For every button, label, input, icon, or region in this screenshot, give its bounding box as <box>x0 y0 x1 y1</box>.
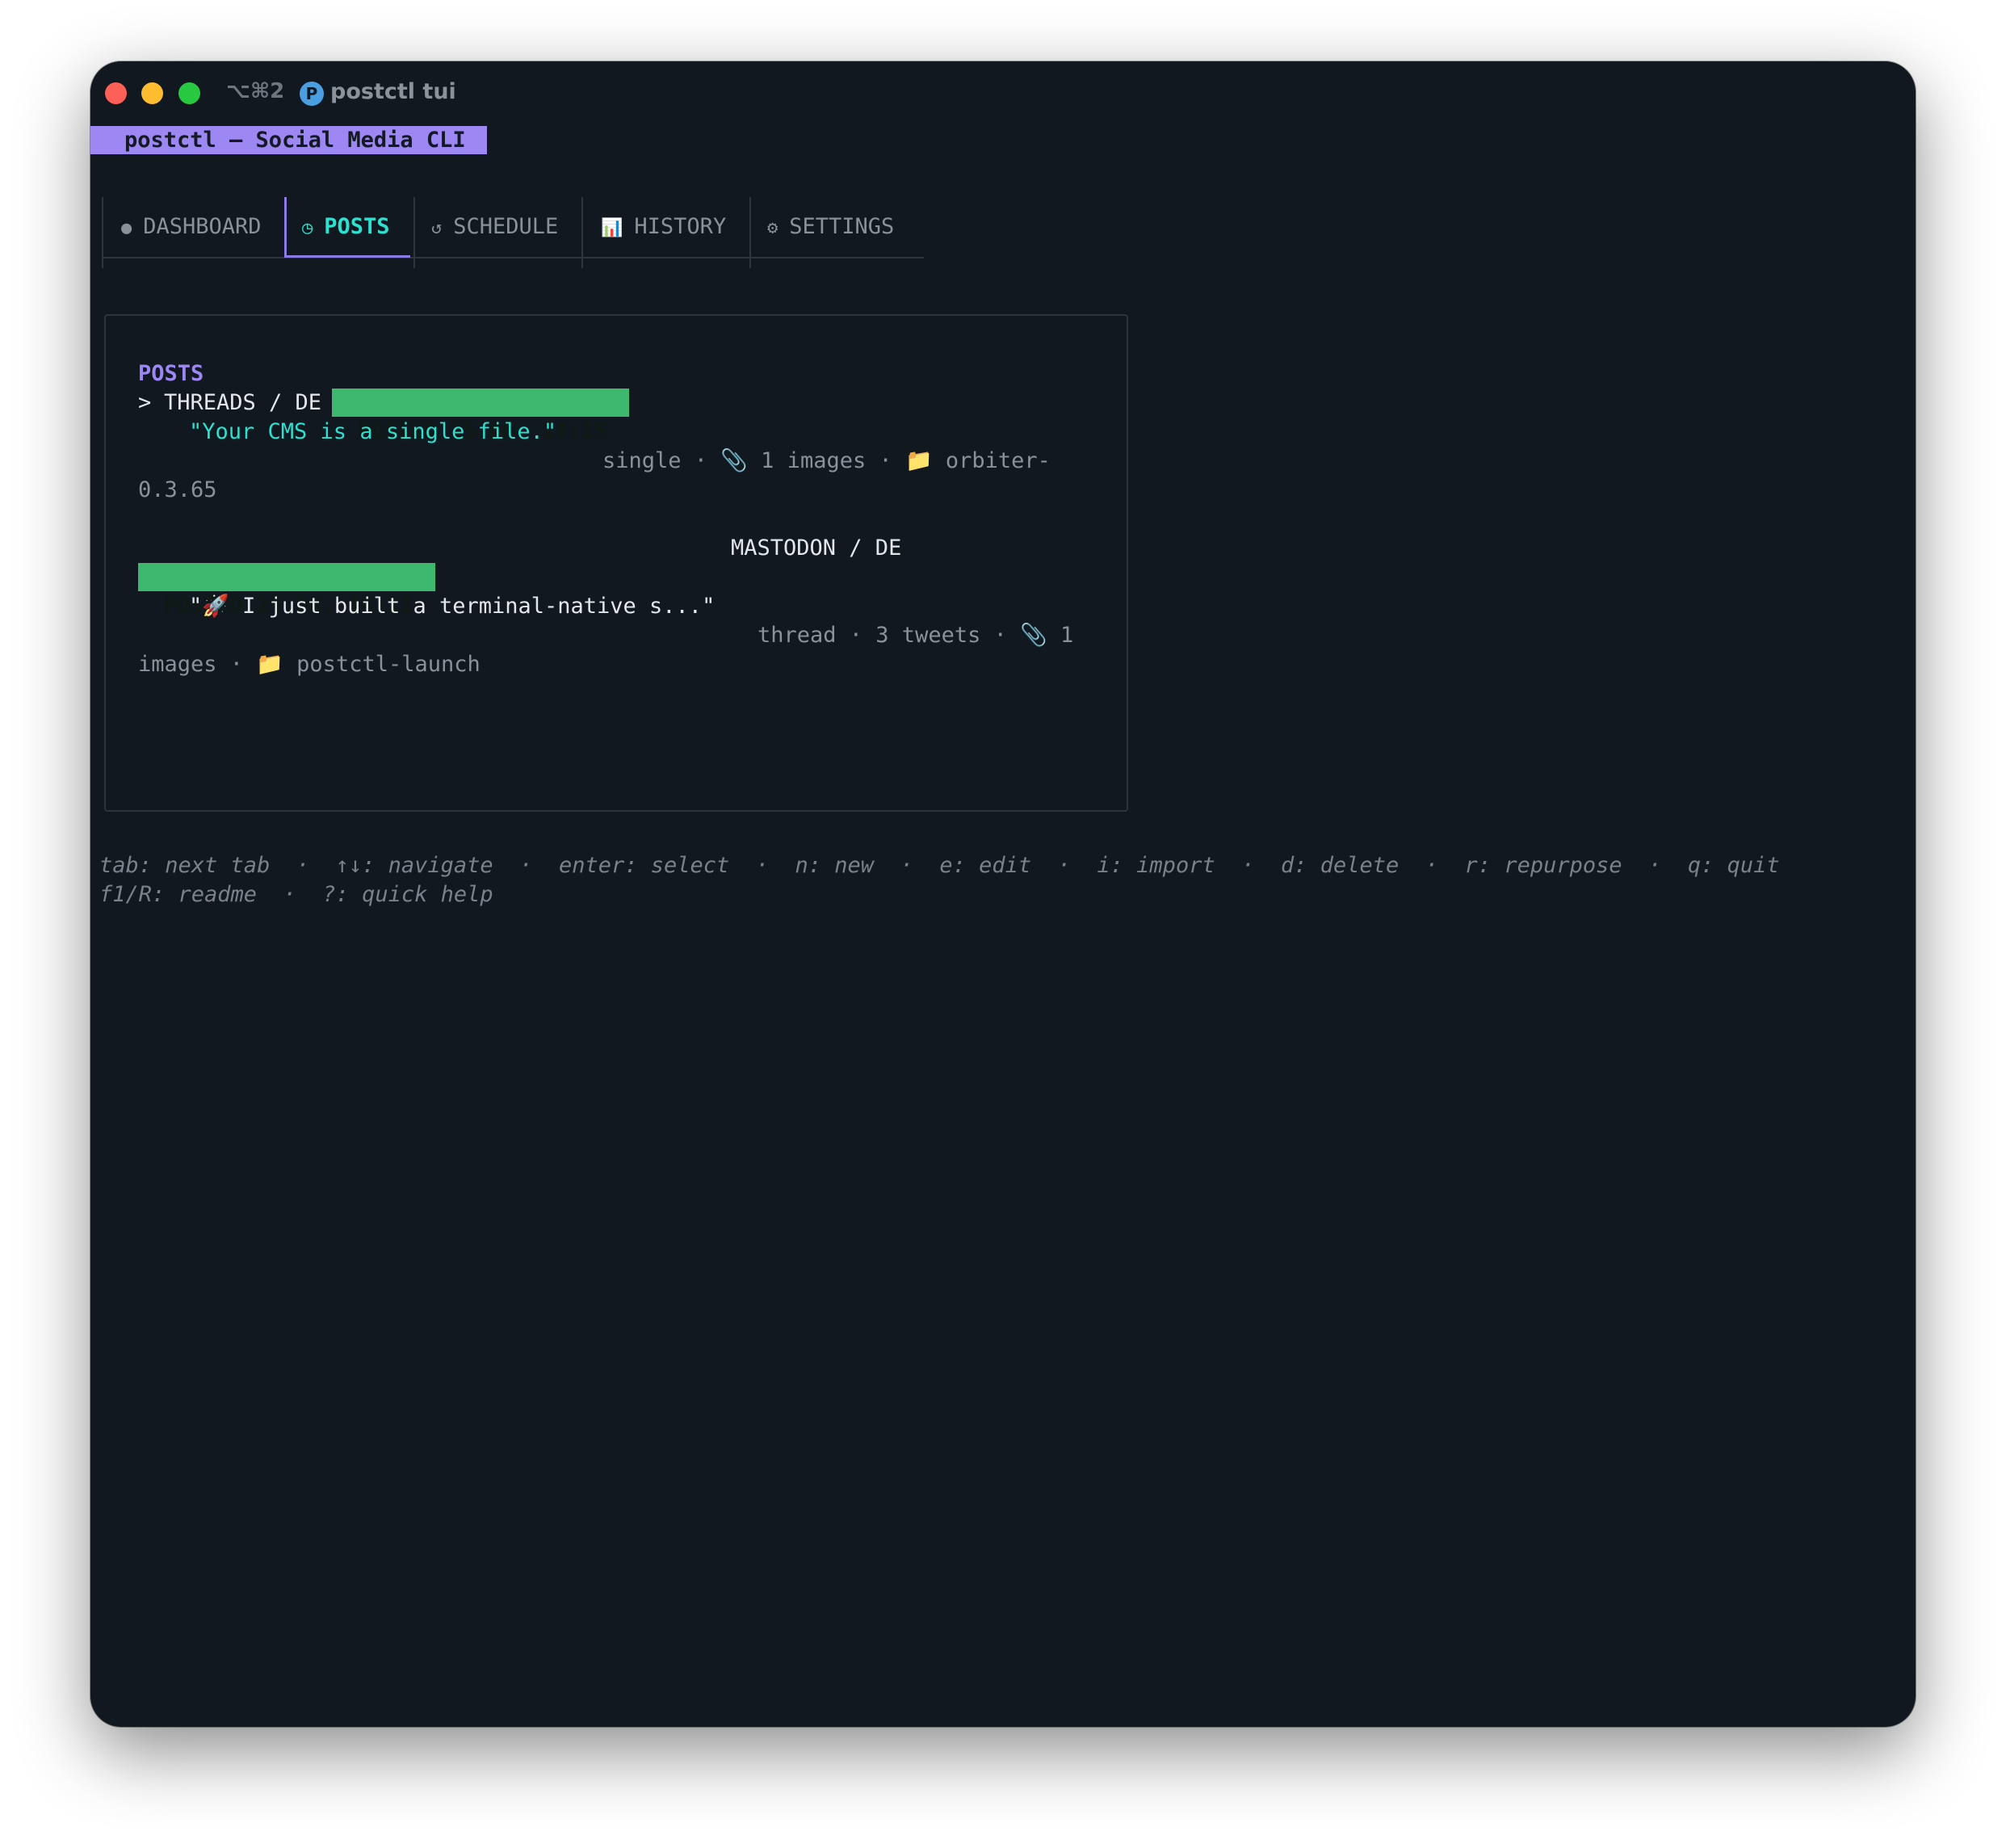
post-cursor: > <box>138 390 152 415</box>
terminal-window: ⌥⌘2 P postctl tui postctl — Social Media… <box>90 61 1916 1727</box>
tab-posts[interactable]: ◷ POSTS <box>302 197 390 257</box>
tab-dashboard[interactable]: ● DASHBOARD <box>121 197 262 257</box>
post-preview: "🚀 I just built a terminal-native s..." <box>189 594 716 619</box>
tab-settings[interactable]: ⚙ SETTINGS <box>767 197 894 257</box>
tab-bar-underline <box>102 257 924 258</box>
tab-bar: ● DASHBOARD ◷ POSTS ↺ SCHEDULE 📊 HISTORY ⚙ SE… <box>102 197 924 268</box>
post-platform: THREADS / DE <box>164 390 322 415</box>
posts-panel: POSTS > THREADS / DE POSTED 25.06. 14:15… <box>104 314 1128 812</box>
bar-chart-icon: 📊 <box>601 218 623 238</box>
tab-label: POSTS <box>324 214 390 239</box>
status-badge: POSTED 25.06. 16:11 <box>138 563 435 618</box>
app-header-title: postctl — Social Media CLI <box>124 128 466 153</box>
tab-label: DASHBOARD <box>143 214 262 239</box>
close-window-button[interactable] <box>105 82 127 104</box>
tab-history[interactable]: 📊 HISTORY <box>601 197 726 257</box>
posts-heading: POSTS <box>138 361 204 386</box>
active-tab-marker <box>284 197 287 257</box>
refresh-icon: ↺ <box>431 218 443 238</box>
tab-label: SCHEDULE <box>453 214 559 239</box>
tab-divider <box>102 197 103 268</box>
gear-icon: ⚙ <box>767 218 778 238</box>
post-platform: MASTODON / DE <box>731 536 902 561</box>
app-header-bar: postctl — Social Media CLI <box>90 126 487 154</box>
clock-icon: ◷ <box>302 218 313 238</box>
window-title: postctl tui <box>330 79 456 104</box>
dot-icon: ● <box>121 218 132 238</box>
post-meta-continued: 0.3.65 <box>138 477 217 502</box>
post-meta: thread · 3 tweets · 📎 1 <box>757 623 1074 648</box>
window-shortcut: ⌥⌘2 <box>226 79 285 103</box>
tab-schedule[interactable]: ↺ SCHEDULE <box>431 197 558 257</box>
tab-divider <box>581 197 583 268</box>
tab-divider <box>749 197 751 268</box>
minimize-window-button[interactable] <box>141 82 163 104</box>
tab-divider <box>413 197 415 268</box>
keybindings-help: tab: next tab · ↑↓: navigate · enter: se… <box>99 853 1780 878</box>
post-meta-continued: images · 📁 postctl-launch <box>138 652 481 677</box>
post-preview: "Your CMS is a single file." <box>189 419 557 444</box>
active-tab-underline <box>284 255 410 258</box>
tab-label: SETTINGS <box>789 214 895 239</box>
tab-label: HISTORY <box>634 214 727 239</box>
app-icon: P <box>300 82 324 106</box>
post-meta: single · 📎 1 images · 📁 orbiter- <box>602 448 1051 473</box>
keybindings-help-continued: f1/R: readme · ?: quick help <box>99 882 493 907</box>
status-badge: POSTED 25.06. 14:15 <box>332 388 629 443</box>
maximize-window-button[interactable] <box>178 82 200 104</box>
